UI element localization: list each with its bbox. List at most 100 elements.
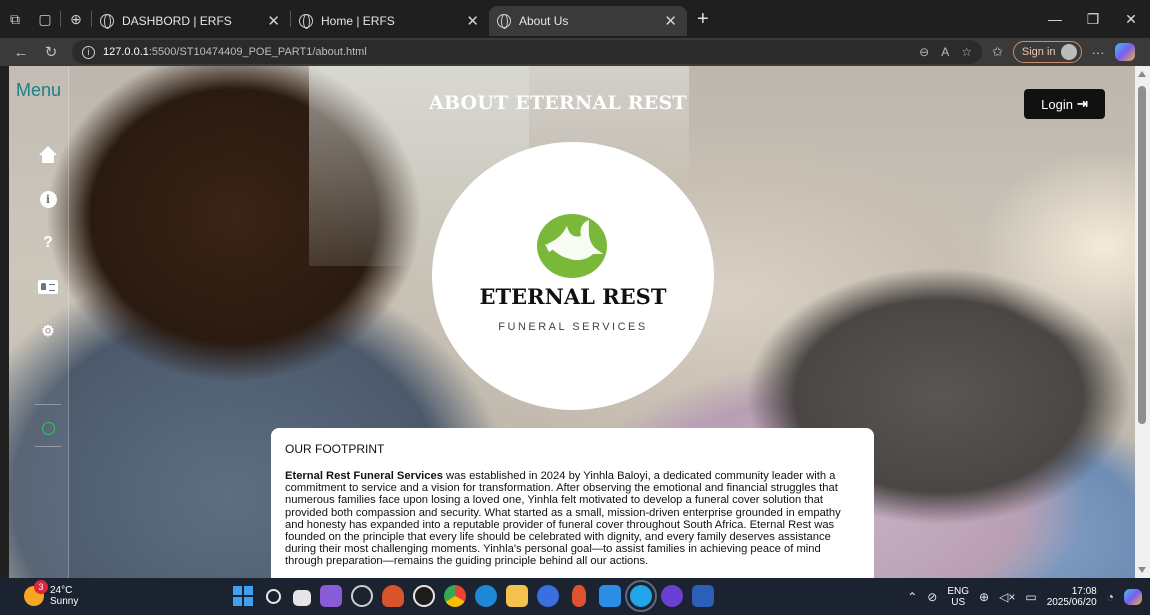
dove-icon: [537, 214, 607, 278]
task-view-icon[interactable]: [293, 589, 311, 606]
weather-widget[interactable]: 3 24°C Sunny: [24, 580, 78, 607]
taskbar-apps: [232, 580, 714, 612]
sign-in-label: Sign in: [1021, 46, 1056, 58]
scroll-up-arrow-icon[interactable]: [1138, 71, 1146, 77]
tab-title: About Us: [519, 14, 569, 28]
back-icon[interactable]: ←: [6, 44, 36, 61]
battery-icon[interactable]: ▭: [1025, 590, 1036, 604]
weather-temperature: 24°C: [50, 585, 73, 596]
brand-logo: ETERNAL REST FUNERAL SERVICES: [432, 142, 714, 410]
page-title: ABOUT ETERNAL REST: [429, 92, 687, 114]
start-icon[interactable]: [232, 585, 254, 607]
language-indicator[interactable]: ENG US: [947, 586, 969, 608]
scroll-thumb[interactable]: [1138, 86, 1146, 424]
company-name: Eternal Rest Funeral Services: [285, 470, 443, 482]
url-actions: ⊖ A ☆: [919, 40, 972, 64]
close-icon[interactable]: ✕: [664, 12, 677, 30]
weather-condition: Sunny: [50, 596, 79, 607]
more-options-icon[interactable]: ···: [1092, 45, 1105, 60]
tab-actions-icon[interactable]: ▢: [30, 4, 60, 34]
login-arrow-icon: ⇥: [1076, 96, 1088, 111]
sun-icon: 3: [24, 580, 48, 606]
url-path: :5500/ST10474409_POE_PART1/about.html: [148, 46, 367, 58]
tab-about-us[interactable]: About Us ✕: [489, 6, 687, 36]
language-code: ENG: [947, 586, 970, 597]
close-icon[interactable]: ✕: [267, 12, 280, 30]
login-label: Login: [1041, 96, 1073, 112]
window-controls: — ❐ ✕: [1036, 0, 1150, 38]
minimize-icon[interactable]: —: [1036, 0, 1074, 38]
read-aloud-icon[interactable]: A: [941, 45, 949, 59]
scroll-down-arrow-icon[interactable]: [1138, 567, 1146, 573]
notification-bell-icon[interactable]: ◔: [1107, 590, 1114, 604]
time: 17:08: [1071, 586, 1097, 597]
page-viewport: Menu i ? ⚙ ABOUT ETERNAL REST Login ⇥ ET…: [9, 66, 1135, 578]
page-scrollbar[interactable]: [1135, 66, 1150, 578]
notification-badge: 3: [34, 580, 48, 594]
browser-tab-strip: ⧉ ▢ ⊕ DASHBORD | ERFS ✕ Home | ERFS ✕ Ab…: [0, 0, 1150, 38]
copilot-taskbar-icon[interactable]: [1124, 589, 1142, 605]
search-icon[interactable]: [266, 588, 281, 604]
copilot-icon[interactable]: [1114, 43, 1135, 61]
tab-title: DASHBORD | ERFS: [122, 14, 232, 28]
chevron-up-icon[interactable]: ⌃: [907, 590, 917, 604]
date: 2025/06/20: [1046, 597, 1097, 608]
system-tray: ⌃ ⊘ ENG US ⊕ ◁× ▭ 17:08 2025/06/20 ◔: [907, 582, 1150, 612]
visual-studio-icon[interactable]: [320, 585, 342, 607]
app-icon[interactable]: [382, 585, 404, 607]
login-button[interactable]: Login ⇥: [1024, 89, 1105, 119]
brand-name: ETERNAL REST: [479, 284, 667, 309]
sign-in-button[interactable]: Sign in: [1012, 41, 1082, 63]
tab-home[interactable]: Home | ERFS ✕: [291, 6, 489, 36]
divider: [35, 404, 61, 405]
tab-dashboard[interactable]: DASHBORD | ERFS ✕: [92, 6, 290, 36]
tab-globe-icon: [497, 14, 511, 29]
refresh-icon[interactable]: ↻: [36, 43, 66, 61]
favorite-star-icon[interactable]: ☆: [961, 45, 972, 59]
vscode-icon[interactable]: [599, 585, 621, 607]
file-explorer-icon[interactable]: [506, 585, 528, 607]
edge-icon[interactable]: [475, 585, 497, 607]
question-icon[interactable]: ?: [36, 232, 60, 254]
clock[interactable]: 17:08 2025/06/20: [1047, 586, 1097, 608]
globe-icon[interactable]: ⊕: [979, 590, 989, 604]
home-icon[interactable]: [36, 144, 60, 166]
info-icon[interactable]: i: [36, 188, 60, 210]
side-menu: Menu i ? ⚙: [9, 66, 69, 578]
contact-card-icon[interactable]: [36, 276, 60, 298]
url-host: 127.0.0.1: [103, 46, 149, 58]
footprint-paragraph: Eternal Rest Funeral Services was establ…: [285, 470, 860, 568]
avatar: [1060, 44, 1077, 60]
restore-icon[interactable]: ❐: [1074, 0, 1112, 38]
whatsapp-icon[interactable]: [36, 417, 60, 439]
windows-taskbar: 3 24°C Sunny ⌃ ⊘ ENG US ⊕ ◁× ▭ 17:08 202…: [0, 578, 1150, 615]
workspaces-icon[interactable]: ⧉: [0, 4, 30, 34]
globe-icon: ⊕: [70, 10, 82, 27]
app-icon[interactable]: [537, 585, 559, 607]
favorites-icon[interactable]: ✩: [992, 44, 1003, 60]
footprint-text: was established in 2024 by Yinhla Baloyi…: [285, 470, 841, 568]
weather-text: 24°C Sunny: [50, 585, 78, 607]
region-code: US: [951, 597, 966, 608]
close-icon[interactable]: ✕: [466, 12, 479, 30]
footprint-card: OUR FOOTPRINT Eternal Rest Funeral Servi…: [271, 428, 874, 578]
url-field[interactable]: i 127.0.0.1 :5500/ST10474409_POE_PART1/a…: [72, 40, 982, 64]
volume-muted-icon[interactable]: ◁×: [999, 590, 1015, 604]
word-icon[interactable]: [692, 585, 714, 607]
settings-gears-icon[interactable]: ⚙: [36, 320, 60, 342]
tab-globe-icon: [299, 14, 313, 29]
github-icon[interactable]: [661, 585, 683, 607]
openai-icon[interactable]: [351, 585, 373, 607]
edge-active-icon[interactable]: [625, 580, 657, 612]
network-icon[interactable]: ⊘: [927, 590, 937, 604]
brand-tagline: FUNERAL SERVICES: [498, 321, 648, 333]
new-tab-button[interactable]: +: [697, 8, 709, 31]
close-window-icon[interactable]: ✕: [1112, 0, 1150, 38]
microphone-icon[interactable]: [572, 585, 586, 607]
address-bar-row: ← ↻ i 127.0.0.1 :5500/ST10474409_POE_PAR…: [0, 38, 1150, 66]
divider: [35, 446, 61, 447]
app-icon[interactable]: [413, 585, 435, 607]
site-info-icon[interactable]: i: [82, 45, 95, 59]
chrome-icon[interactable]: [444, 585, 466, 607]
zoom-icon[interactable]: ⊖: [919, 45, 929, 59]
